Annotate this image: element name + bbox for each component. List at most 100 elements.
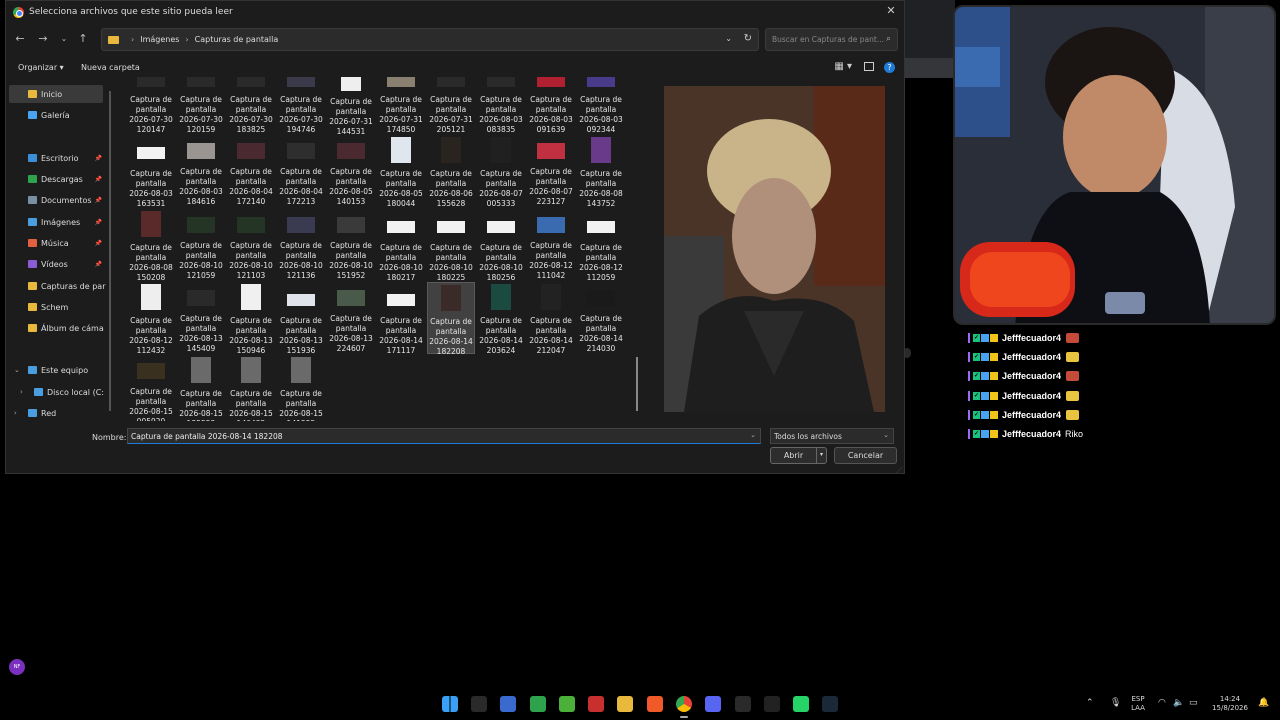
chat-username[interactable]: Jefffecuador4 [1002,333,1061,343]
chevron-down-icon[interactable]: ⌄ [725,34,732,43]
file-item[interactable]: Captura de pantalla 2026-07-31 174850 [377,77,425,135]
navigation-scrollbar[interactable] [109,91,111,411]
file-item[interactable]: Captura de pantalla 2026-08-07 005333 [477,135,525,208]
sidebar-item-documentos[interactable]: Documentos 📌 [6,191,106,209]
file-item[interactable]: Captura de pantalla 2026-08-13 224607 [327,282,375,354]
file-item[interactable]: Captura de pantalla 2026-08-03 091639 [527,77,575,135]
file-item[interactable]: Captura de pantalla 2026-07-31 144531 [327,77,375,136]
discord-icon[interactable] [705,696,721,712]
chat-username[interactable]: Jefffecuador4 [1002,352,1061,362]
file-item[interactable]: Captura de pantalla 2026-07-30 120159 [177,77,225,135]
file-item[interactable]: Captura de pantalla 2026-08-14 212047 [527,282,575,355]
chrome-icon[interactable] [676,696,692,712]
sidebar-item-música[interactable]: Música 📌 [6,234,106,252]
avatar[interactable]: NF [9,659,25,675]
clock[interactable]: 14:24 15/8/2026 [1210,695,1250,713]
language-indicator[interactable]: ESP LAA [1128,695,1148,713]
file-item[interactable]: Captura depantalla2026-08-15141225 [277,355,325,421]
notification-bell-icon[interactable]: 🔔 [1258,698,1269,708]
start-icon[interactable] [442,696,458,712]
file-item[interactable]: Captura de pantalla 2026-08-06 155628 [427,135,475,208]
resize-grip-icon[interactable]: ⋰ [896,467,902,474]
sidebar-item-capturas-de-par[interactable]: Capturas de par [6,277,106,295]
file-item[interactable]: Captura de pantalla 2026-08-10 121059 [177,209,225,281]
volume-icon[interactable]: 🔈 [1173,698,1184,708]
file-item[interactable]: Captura de pantalla 2026-07-31 205121 [427,77,475,135]
close-icon[interactable]: ✕ [884,4,898,17]
steam-icon[interactable] [822,696,838,712]
chat-username[interactable]: Jefffecuador4 [1002,429,1061,439]
sidebar-item-escritorio[interactable]: Escritorio 📌 [6,149,106,167]
file-item[interactable]: Captura de pantalla 2026-08-13 150946 [227,282,275,355]
music-app-icon[interactable] [735,696,751,712]
file-item[interactable]: Captura de pantalla 2026-08-04 172140 [227,135,275,207]
store-icon[interactable] [500,696,516,712]
new-folder-button[interactable]: Nueva carpeta [81,63,140,72]
sidebar-item-network[interactable]: › Red [6,404,106,422]
file-item[interactable]: Captura de pantalla 2026-08-05 140153 [327,135,375,207]
file-item[interactable]: Captura de pantalla 2026-08-07 223127 [527,135,575,207]
up-icon[interactable]: ↑ [76,32,90,45]
task-view-icon[interactable] [471,696,487,712]
back-icon[interactable]: ← [13,32,27,45]
file-item[interactable]: Captura de pantalla 2026-08-14 203624 [477,282,525,355]
file-type-select[interactable]: Todos los archivos ⌄ [770,428,894,444]
chevron-down-icon[interactable]: ⌄ [750,431,756,439]
open-button[interactable]: Abrir ▾ [770,447,827,464]
file-item[interactable]: Captura de pantalla 2026-08-13 145409 [177,282,225,354]
app-icon[interactable] [588,696,604,712]
sidebar-item-galería[interactable]: Galería [6,106,106,124]
sidebar-item-schem[interactable]: Schem [6,298,106,316]
file-item[interactable]: Captura de pantalla 2026-08-03 184616 [177,135,225,207]
file-item[interactable]: Captura de pantalla 2026-08-08 143752 [577,135,625,208]
chat-username[interactable]: Jefffecuador4 [1002,410,1061,420]
file-item[interactable]: Captura de pantalla 2026-08-12 112432 [127,282,175,355]
sidebar-item-inicio[interactable]: Inicio [9,85,103,103]
file-item[interactable]: Captura de pantalla 2026-08-08 150208 [127,209,175,282]
file-item[interactable]: Captura de pantalla 2026-08-13 151936 [277,282,325,355]
file-grid-scrollbar[interactable] [636,357,638,411]
chevron-right-icon[interactable]: › [20,388,23,396]
preview-pane-icon[interactable] [864,62,874,71]
file-item[interactable]: Captura de pantalla 2026-08-14 214030 [577,282,625,354]
file-item[interactable]: Captura de pantalla 2026-08-03 083835 [477,77,525,135]
microphone-icon[interactable]: 🎙 [1110,698,1121,708]
file-item[interactable]: Captura de pantalla 2026-08-04 172213 [277,135,325,207]
file-item[interactable]: Captura de pantalla 2026-08-14 171117 [377,282,425,355]
chat-username[interactable]: Jefffecuador4 [1002,391,1061,401]
file-item[interactable]: Captura de pantalla 2026-08-14 182208 [427,282,475,356]
file-item[interactable]: Captura de pantalla 2026-07-30 120147 [127,77,175,135]
file-explorer-icon[interactable] [617,696,633,712]
refresh-icon[interactable]: ↻ [744,33,752,44]
capcut-icon[interactable] [764,696,780,712]
breadcrumb-images[interactable]: Imágenes [140,35,179,44]
file-item[interactable]: Captura de pantalla 2026-07-30 183825 [227,77,275,135]
file-item[interactable]: Captura depantalla2026-08-15135553 [177,355,225,421]
file-name-field[interactable]: Captura de pantalla 2026-08-14 182208 ⌄ [127,428,761,444]
address-bar[interactable]: › Imágenes › Capturas de pantalla ⌄ ↻ [101,28,759,51]
file-item[interactable]: Captura depantalla2026-08-15005920 [127,355,175,421]
file-item[interactable]: Captura de pantalla 2026-08-10 121136 [277,209,325,281]
file-item[interactable]: Captura depantalla2026-08-15140435 [227,355,275,421]
sidebar-item-local-disk[interactable]: › Disco local (C: [6,383,106,401]
chevron-down-icon[interactable]: ⌄ [14,366,20,374]
chevron-right-icon[interactable]: › [14,409,17,417]
breadcrumb-screenshots[interactable]: Capturas de pantalla [195,35,279,44]
sidebar-item-descargas[interactable]: Descargas 📌 [6,170,106,188]
forward-icon[interactable]: → [36,32,50,45]
file-item[interactable]: Captura de pantalla 2026-08-03 163531 [127,135,175,208]
brave-icon[interactable] [647,696,663,712]
help-icon[interactable]: ? [884,62,895,73]
file-item[interactable]: Captura de pantalla 2026-08-12 111042 [527,209,575,281]
file-item[interactable]: Captura de pantalla 2026-08-10 180225 [427,209,475,282]
recent-locations-icon[interactable]: ⌄ [57,34,71,43]
file-item[interactable]: Captura de pantalla 2026-08-10 180256 [477,209,525,282]
file-item[interactable]: Captura de pantalla 2026-08-03 092344 [577,77,625,135]
sidebar-item-this-pc[interactable]: ⌄ Este equipo [6,361,106,379]
file-item[interactable]: Captura de pantalla 2026-08-10 151952 [327,209,375,281]
xbox-icon[interactable] [530,696,546,712]
file-item[interactable]: Captura de pantalla 2026-08-10 180217 [377,209,425,282]
cancel-button[interactable]: Cancelar [834,447,897,464]
file-item[interactable]: Captura de pantalla 2026-08-12 112059 [577,209,625,282]
chat-username[interactable]: Jefffecuador4 [1002,371,1061,381]
